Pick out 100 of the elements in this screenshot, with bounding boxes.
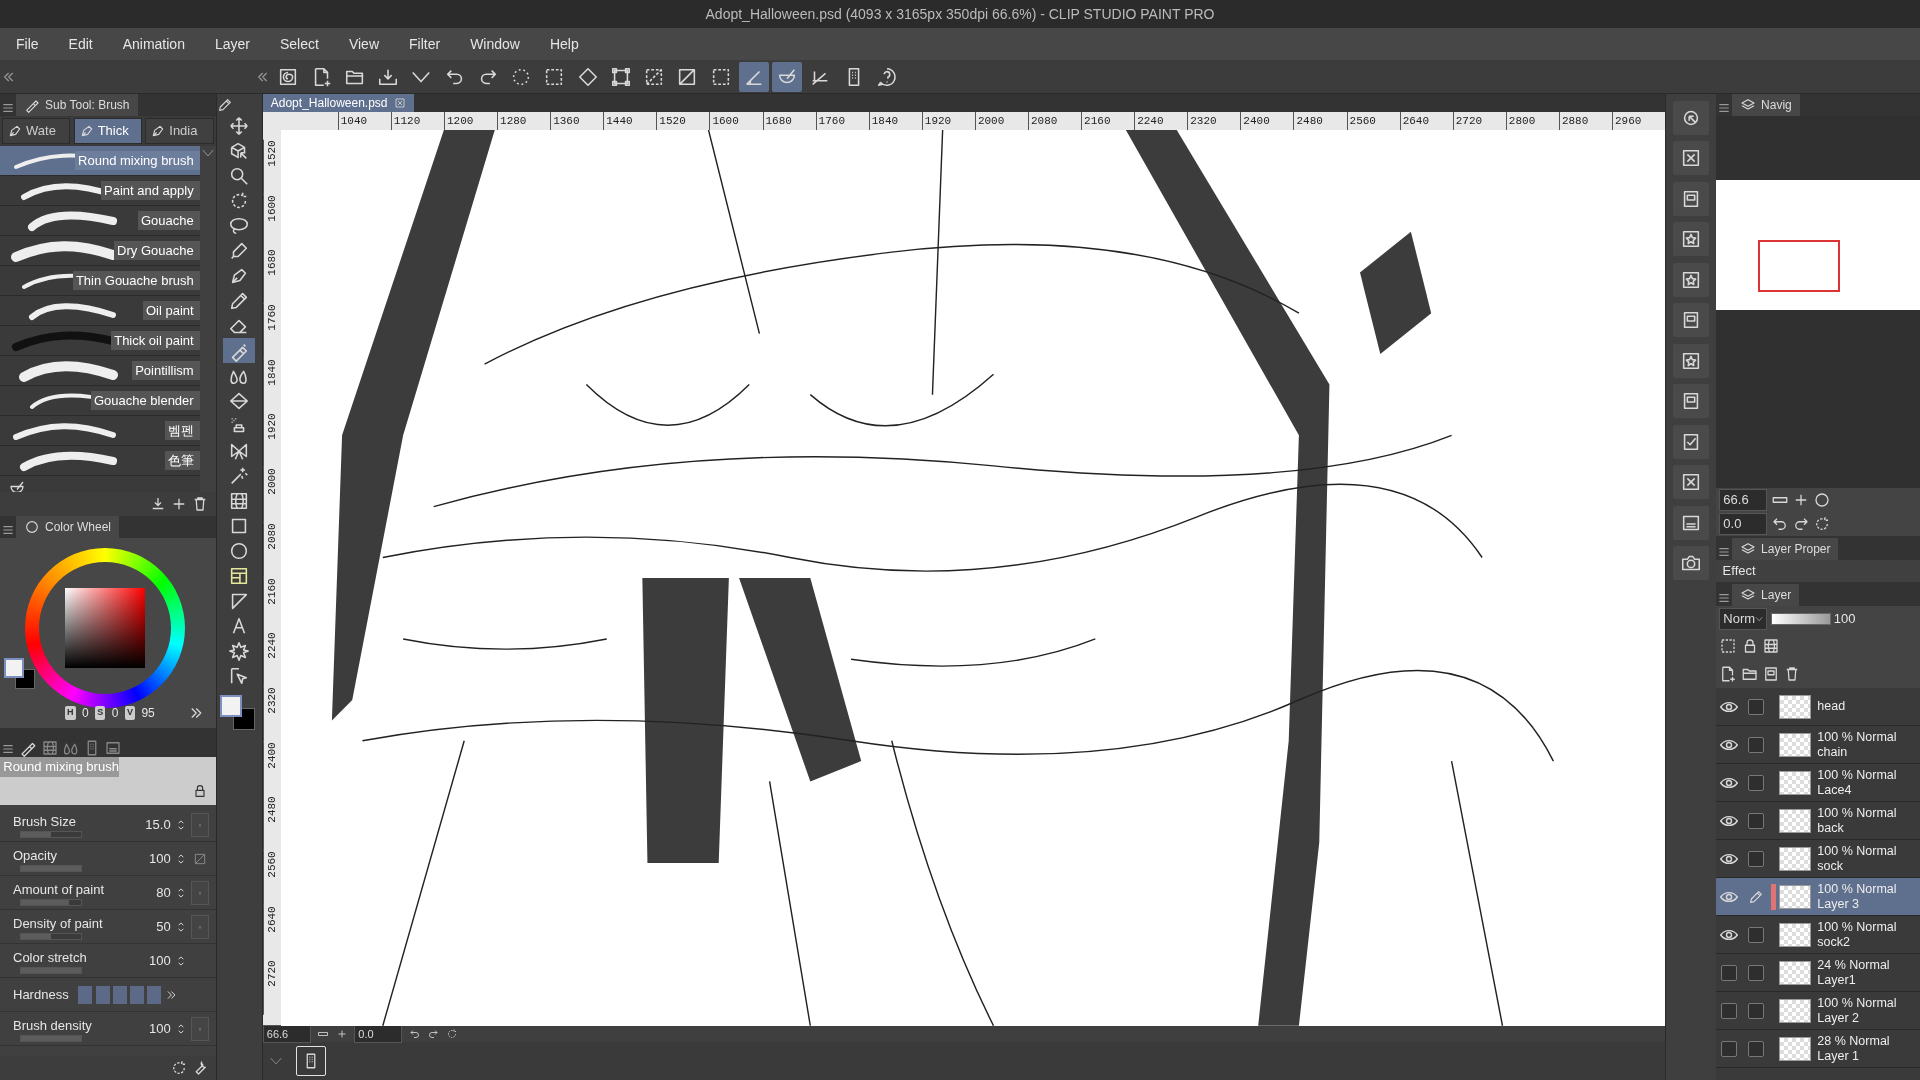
layer-name: back (1817, 820, 1845, 836)
ruler-label: 2240 (262, 632, 281, 687)
menu-item[interactable]: Filter (393, 33, 455, 55)
blend-mode-dropdown[interactable]: Norm (1719, 608, 1768, 630)
property-label: Brush density (13, 1016, 93, 1035)
channel-label: V (124, 706, 135, 720)
ruler-label: 2640 (262, 905, 281, 961)
panel-tab[interactable]: Navig (1732, 94, 1800, 116)
brush-item[interactable]: Paint and apply (0, 176, 200, 206)
layer-name: sock (1817, 858, 1845, 874)
ruler-label: 2160 (262, 577, 281, 633)
channel-label: H (65, 706, 76, 720)
brush-name: Round mixing brush (0, 757, 119, 777)
ruler-label: 1920 (262, 413, 281, 469)
layer-info: 100 % Normal (1817, 729, 1897, 745)
layer-info: 24 % Normal (1817, 957, 1890, 973)
channel-value: 0 (82, 705, 89, 722)
brush-item[interactable]: Thin Gouache brush (0, 266, 200, 296)
property-value: 100 (148, 952, 171, 970)
layer-row[interactable]: 100 % Normal Layer 3 (1716, 878, 1920, 916)
layer-info: 100 % Normal (1817, 919, 1897, 935)
panel-tab[interactable]: Color Wheel (16, 516, 120, 538)
panel-title: Navig (1761, 97, 1792, 114)
brush-name: 벰펜 (164, 420, 200, 441)
panel-title: Layer Proper (1761, 541, 1831, 558)
panel-tab[interactable]: Layer Proper (1732, 538, 1839, 560)
panel-tab[interactable]: Layer (1732, 584, 1800, 606)
property-value: 80 (156, 884, 171, 902)
menu-item[interactable]: View (332, 33, 393, 55)
sub-tool-tab[interactable]: Wate (2, 118, 71, 144)
layer-name: Lace4 (1817, 782, 1853, 798)
layer-name: Layer 2 (1817, 1010, 1861, 1026)
ruler-label: 2000 (262, 468, 281, 523)
property-label: Hardness (13, 986, 69, 1004)
panel-title: Layer (1761, 587, 1792, 604)
layer-name: chain (1817, 744, 1849, 760)
brush-item[interactable]: Pointillism (0, 356, 200, 386)
ruler-label: 1840 (262, 358, 281, 414)
layer-name: head (1817, 699, 1846, 714)
ruler-label: 2720 (262, 960, 281, 1015)
channel-value: 0 (111, 705, 119, 722)
brush-item[interactable]: 色筆 (0, 446, 200, 476)
menu-item[interactable]: File (0, 33, 53, 55)
ruler-label: 1760 (262, 304, 281, 359)
brush-name: Round mixing brush (75, 150, 200, 171)
menu-item[interactable]: Help (533, 33, 593, 55)
brush-name: Thick oil paint (111, 330, 200, 351)
property-label: Amount of paint (13, 880, 106, 899)
ruler-label: 2400 (262, 741, 281, 797)
layer-name: sock2 (1817, 934, 1851, 950)
brush-name: Paint and apply (101, 180, 200, 201)
brush-item[interactable]: Thick oil paint (0, 326, 200, 356)
brush-name: Dry Gouache (114, 240, 200, 261)
ruler-label: 1520 (262, 140, 281, 195)
brush-item[interactable]: 벰펜 (0, 416, 200, 446)
ruler-label: 2560 (262, 850, 281, 906)
brush-item[interactable]: Gouache blender (0, 386, 200, 416)
layer-info: 28 % Normal (1817, 1033, 1890, 1049)
brush-item[interactable]: Oil paint (0, 296, 200, 326)
menu-item[interactable]: Select (264, 33, 333, 55)
brush-name: Oil paint (142, 300, 200, 321)
ruler-label: 2080 (262, 522, 281, 578)
layer-info: 100 % Normal (1817, 843, 1897, 859)
brush-name: Pointillism (132, 360, 200, 381)
panel-tab[interactable]: Sub Tool: Brush (16, 94, 138, 116)
brush-item[interactable]: Round mixing brush (0, 146, 200, 176)
layer-name: Layer 1 (1817, 1048, 1861, 1064)
property-value: 100 (148, 850, 171, 868)
channel-label: S (95, 706, 106, 720)
property-label: Density of paint (13, 914, 104, 933)
opacity-value: 100 (1833, 610, 1856, 629)
brush-item[interactable]: Dry Gouache (0, 236, 200, 266)
menu-item[interactable]: Layer (198, 33, 264, 55)
brush-name: Gouache (137, 210, 200, 231)
menu-item[interactable]: Window (454, 33, 534, 55)
menu-item[interactable]: Animation (106, 33, 199, 55)
document-tab[interactable]: Adopt_Halloween.psd (262, 94, 414, 112)
ruler-label: 1680 (262, 249, 281, 305)
layer-info: 100 % Normal (1817, 805, 1897, 821)
brush-item[interactable]: Gouache (0, 206, 200, 236)
panel-title: Sub Tool: Brush (45, 97, 130, 114)
property-label: Brush Size (13, 812, 77, 831)
property-value: 100 (148, 1020, 171, 1038)
ruler-label: 1600 (262, 194, 281, 250)
brush-name: Gouache blender (90, 390, 200, 411)
property-label: Opacity (13, 846, 59, 865)
ruler-label: 2320 (262, 686, 281, 742)
menu-item[interactable]: Edit (52, 33, 107, 55)
brush-name: Thin Gouache brush (72, 270, 200, 291)
sub-tool-tab[interactable]: India (145, 118, 214, 144)
property-label: Color stretch (13, 948, 88, 967)
brush-name: 色筆 (164, 450, 200, 471)
layer-name: Layer1 (1817, 972, 1857, 988)
layer-info: 100 % Normal (1817, 881, 1897, 897)
sub-tool-tab[interactable]: Thick (73, 118, 143, 144)
window-title: Adopt_Halloween.psd (4093 x 3165px 350dpi 66.6%) - CLIP STUDIO PAINT PRO (705, 4, 1215, 24)
property-value: 15.0 (145, 816, 171, 834)
zoom-field[interactable]: 66.6 (1719, 489, 1768, 511)
property-value: 50 (156, 918, 171, 936)
angle-field[interactable]: 0.0 (1719, 513, 1768, 535)
